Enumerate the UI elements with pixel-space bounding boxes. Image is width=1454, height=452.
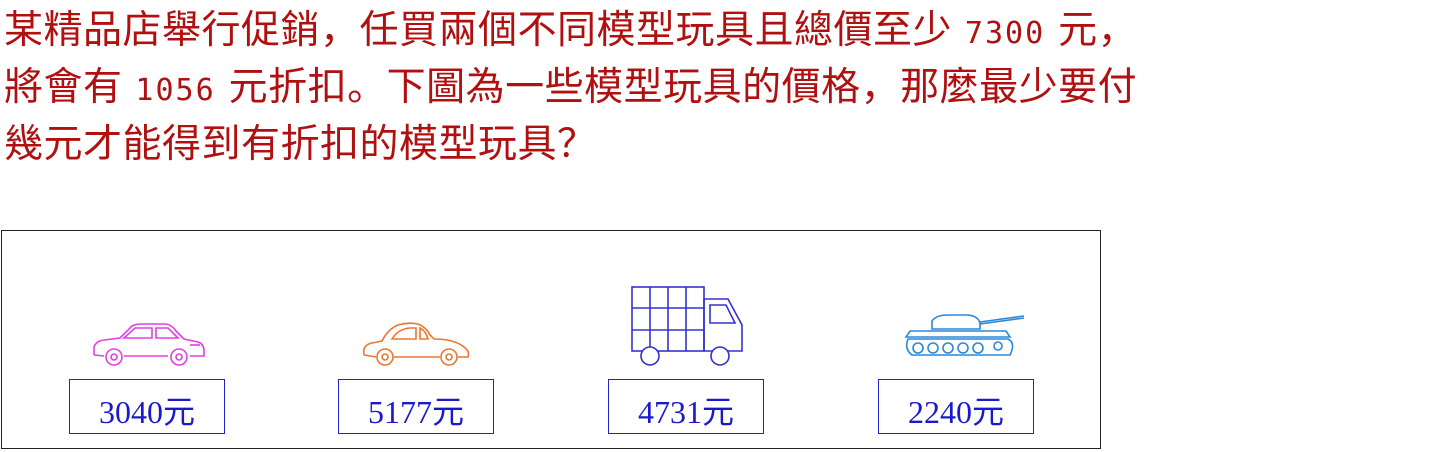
truck-icon <box>631 286 743 366</box>
question-text-segment: 元， <box>1058 8 1138 53</box>
discount-threshold-number: 7300 <box>964 16 1046 51</box>
question-text-segment: 將會有 <box>4 65 123 110</box>
question-text-segment: 元折扣。下圖為一些模型玩具的價格，那麼最少要付 <box>228 65 1138 110</box>
price-tag: 5177元 <box>338 379 494 434</box>
question-line-1: 某精品店舉行促銷，任買兩個不同模型玩具且總價至少 7300 元， <box>4 2 1454 59</box>
toy-item-vintage-car: 5177元 <box>272 231 532 450</box>
car-icon <box>93 323 205 366</box>
toy-item-car: 3040元 <box>2 231 262 450</box>
price-tag: 4731元 <box>608 379 764 434</box>
question-text: 某精品店舉行促銷，任買兩個不同模型玩具且總價至少 7300 元， 將會有 105… <box>4 2 1454 173</box>
discount-amount-number: 1056 <box>135 73 216 108</box>
toy-item-truck: 4731元 <box>542 231 802 450</box>
toy-price-panel: 3040元 5177元 4731元 2240元 <box>1 230 1101 449</box>
toy-item-tank: 2240元 <box>812 231 1092 450</box>
question-line-3: 幾元才能得到有折扣的模型玩具？ <box>4 122 597 167</box>
question-text-segment: 某精品店舉行促銷，任買兩個不同模型玩具且總價至少 <box>4 8 953 53</box>
tank-icon <box>904 314 1025 356</box>
price-tag: 3040元 <box>69 379 225 434</box>
question-line-2: 將會有 1056 元折扣。下圖為一些模型玩具的價格，那麼最少要付 <box>4 59 1454 116</box>
price-tag: 2240元 <box>878 379 1034 434</box>
vintage-car-icon <box>362 322 470 366</box>
